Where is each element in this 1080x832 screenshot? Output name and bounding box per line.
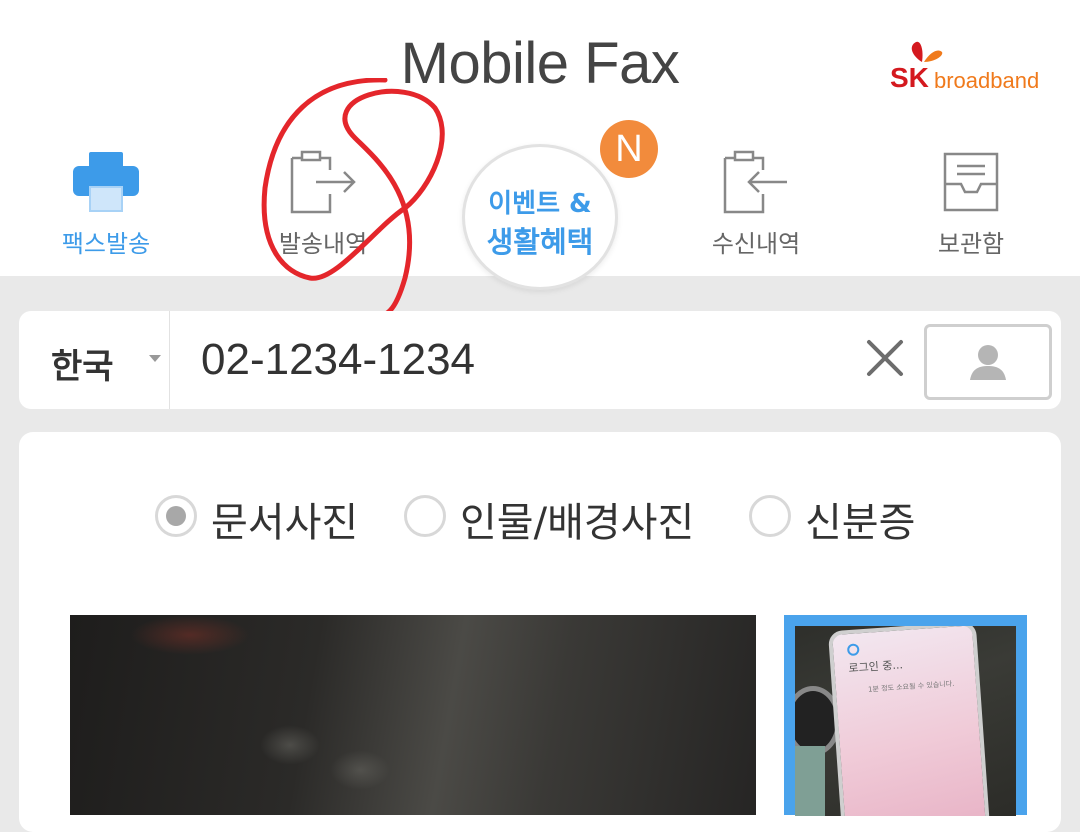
radio-circle xyxy=(404,495,446,537)
receive-in-icon xyxy=(723,150,787,214)
person-icon xyxy=(970,345,1006,380)
chevron-down-icon xyxy=(149,355,161,362)
radio-document-photo-label: 문서사진 xyxy=(211,500,359,546)
doc-type-radio-group: 문서사진 인물/배경사진 신분증 xyxy=(19,490,1061,546)
nav-received-history[interactable]: 수신내역 xyxy=(661,140,851,260)
nav-storage[interactable]: 보관함 xyxy=(876,140,1066,260)
thumbnail-screen-subtext: 1분 정도 소요될 수 있습니다. xyxy=(867,679,955,694)
recipient-bar: 한국 02-1234-1234 xyxy=(19,311,1061,409)
watch-band xyxy=(795,746,825,816)
thumbnail-image: 로그인 중... 1분 정도 소요될 수 있습니다. xyxy=(795,626,1016,816)
new-badge: N xyxy=(600,120,658,178)
country-select[interactable]: 한국 xyxy=(51,339,161,388)
glare xyxy=(130,615,250,655)
clear-icon[interactable] xyxy=(865,338,905,378)
radio-circle xyxy=(749,495,791,537)
brand-broadband: broadband xyxy=(934,68,1040,93)
nav-fax-send-label: 팩스발송 xyxy=(61,230,151,258)
divider xyxy=(169,311,170,409)
radio-person-background-label: 인물/배경사진 xyxy=(460,500,695,546)
radio-id-card-label: 신분증 xyxy=(805,500,916,546)
photo-preview[interactable] xyxy=(70,615,756,815)
fax-number-input[interactable]: 02-1234-1234 xyxy=(201,335,475,385)
radio-circle xyxy=(155,495,197,537)
photo-thumbnail-selected[interactable]: 로그인 중... 1분 정도 소요될 수 있습니다. xyxy=(784,615,1027,816)
country-label: 한국 xyxy=(51,347,114,387)
nav-fax-send[interactable]: 팩스발송 xyxy=(11,140,201,260)
event-line1: 이벤트 & xyxy=(488,189,592,219)
sk-broadband-logo: SK broadband xyxy=(886,40,1056,100)
event-line2: 생활혜택 xyxy=(486,225,594,259)
inbox-tray-icon xyxy=(943,152,999,212)
red-annotation-stroke xyxy=(261,78,458,319)
printer-icon xyxy=(73,152,139,212)
top-bar: Mobile Fax SK broadband 팩스발송 발송내역 이벤트 & … xyxy=(0,0,1080,319)
contacts-button[interactable] xyxy=(924,324,1052,400)
loading-ring-icon xyxy=(846,643,860,657)
phone-image: 로그인 중... 1분 정도 소요될 수 있습니다. xyxy=(827,626,991,816)
glare xyxy=(260,725,320,765)
nav-received-history-label: 수신내역 xyxy=(711,230,801,258)
thumbnail-screen-text: 로그인 중... xyxy=(848,658,904,676)
nav-storage-label: 보관함 xyxy=(937,230,1005,258)
radio-dot xyxy=(166,506,186,526)
event-benefits-button[interactable]: 이벤트 & 생활혜택 xyxy=(462,144,618,290)
glare xyxy=(330,750,390,790)
brand-sk: SK xyxy=(890,62,929,93)
